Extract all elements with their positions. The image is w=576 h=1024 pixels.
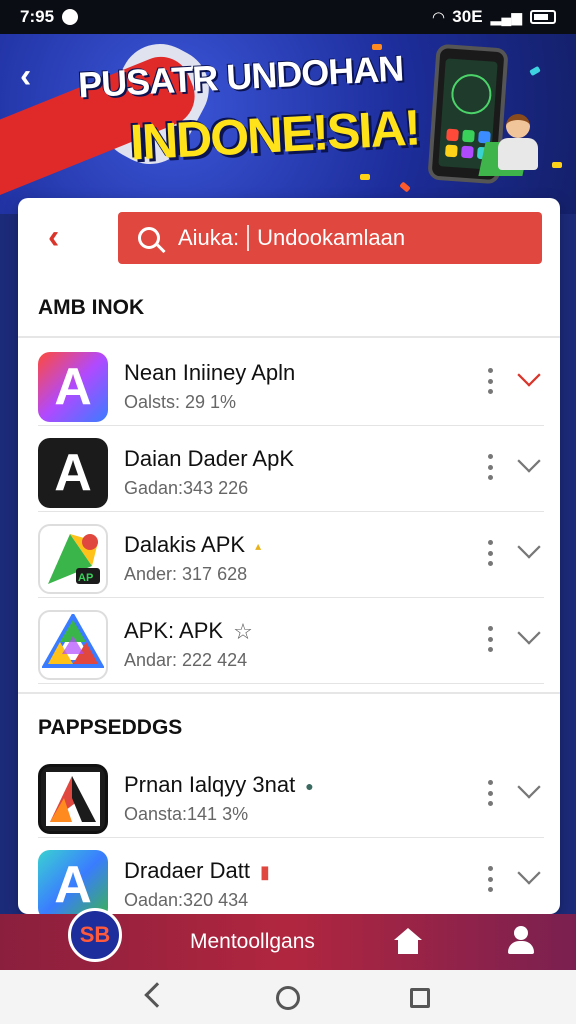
app-list-card: ‹ Aiuka: Undookamlaan AMB INOK A Nean In…	[18, 198, 560, 914]
more-options-icon[interactable]	[486, 540, 494, 566]
app-meta: Oalsts: 29 1%	[124, 392, 237, 412]
notification-icon	[62, 9, 79, 25]
app-name: Prnan Ialqyy 3nat ●	[124, 772, 314, 798]
search-text-right: Undookamlaan	[257, 225, 406, 250]
badge-icon: ▮	[259, 861, 270, 882]
maps-apk-icon: AP	[48, 534, 100, 584]
more-options-icon[interactable]	[486, 780, 494, 806]
search-divider	[247, 225, 250, 251]
app-meta: Oansta:141 3%	[124, 804, 249, 824]
app-icon	[38, 764, 108, 834]
profile-icon[interactable]	[506, 926, 536, 956]
more-options-icon[interactable]	[486, 866, 494, 892]
app-name-text: Dalakis APK	[124, 532, 246, 557]
system-nav-bar	[0, 970, 576, 1024]
app-icon: A	[38, 352, 108, 422]
bottom-app-bar: SB Mentoollgans	[0, 908, 576, 970]
status-left: 7:95	[20, 7, 79, 27]
search-icon	[138, 227, 160, 249]
confetti	[360, 174, 370, 180]
app-row[interactable]: Prnan Ialqyy 3nat ● Oansta:141 3%	[38, 752, 544, 838]
app-row[interactable]: AP Dalakis APK ▴ Ander: 317 628	[38, 512, 544, 598]
banner-title: PUSATR UNDOHAN	[77, 47, 405, 106]
app-name-text: Prnan Ialqyy 3nat	[124, 772, 296, 797]
app-row[interactable]: A Nean Iniiney Apln Oalsts: 29 1%	[38, 340, 544, 426]
chevron-left-icon: ‹	[20, 57, 32, 95]
chevron-down-icon[interactable]	[517, 535, 541, 559]
confetti	[529, 65, 541, 77]
app-icon: A	[38, 438, 108, 508]
app-row[interactable]: A Dradaer Datt ▮ Oadan:320 434	[38, 838, 544, 914]
radar-icon	[450, 72, 493, 116]
app-name-text: APK: APK	[124, 618, 224, 643]
nav-recents-icon[interactable]	[410, 988, 430, 1008]
app-icon: AP	[38, 524, 108, 594]
status-time: 7:95	[20, 7, 55, 26]
chevron-down-icon[interactable]	[517, 861, 541, 885]
chevron-left-icon: ‹	[48, 218, 60, 256]
app-name: APK: APK ☆	[124, 618, 253, 645]
star-icon[interactable]: ☆	[233, 619, 253, 645]
app-icon	[38, 610, 108, 680]
section-title: PAPPSEDDGS	[38, 716, 183, 739]
more-options-icon[interactable]	[486, 368, 494, 394]
card-back-button[interactable]: ‹	[48, 220, 78, 254]
header-banner: ‹ PUSATR UNDOHAN INDONE!SIA!	[0, 34, 576, 214]
badge-icon: ●	[305, 778, 314, 795]
battery-icon	[530, 10, 556, 24]
more-options-icon[interactable]	[486, 454, 494, 480]
ade-apk-icon	[46, 772, 100, 826]
app-icon: A	[38, 850, 108, 914]
more-options-icon[interactable]	[486, 626, 494, 652]
app-meta: Andar: 222 424	[124, 650, 248, 670]
search-text-left: Aiuka:	[178, 225, 240, 250]
divider	[18, 692, 560, 694]
nav-home-icon[interactable]	[276, 986, 300, 1010]
signal-icon: ▂▄▆	[490, 8, 522, 25]
bottom-bar-label[interactable]: Mentoollgans	[190, 930, 315, 954]
app-row[interactable]: A Daian Dader ApK Gadan:343 226	[38, 426, 544, 512]
svg-text:AP: AP	[78, 572, 93, 584]
drive-apk-icon	[42, 614, 104, 668]
avatar[interactable]: SB	[68, 908, 122, 962]
app-meta: Ander: 317 628	[124, 564, 248, 584]
section-title: AMB INOK	[38, 296, 145, 319]
status-right: ◠ 30E ▂▄▆	[433, 7, 556, 27]
home-icon[interactable]	[394, 928, 422, 954]
app-name: Nean Iniiney Apln	[124, 360, 296, 385]
app-name: Dradaer Datt ▮	[124, 858, 270, 884]
app-name-text: Dradaer Datt	[124, 858, 250, 883]
badge-icon: ▴	[255, 539, 262, 554]
network-label: 30E	[452, 7, 483, 26]
nav-back-icon[interactable]	[144, 982, 170, 1008]
person-illustration	[494, 114, 544, 174]
chevron-down-icon[interactable]	[517, 621, 541, 645]
back-button[interactable]: ‹	[20, 56, 50, 96]
chevron-down-icon[interactable]	[517, 775, 541, 799]
divider	[18, 336, 560, 338]
search-bar[interactable]: Aiuka: Undookamlaan	[118, 212, 542, 264]
app-name: Daian Dader ApK	[124, 446, 294, 471]
chevron-down-icon[interactable]	[517, 449, 541, 473]
app-row[interactable]: APK: APK ☆ Andar: 222 424	[38, 598, 544, 684]
wifi-icon: ◠	[432, 9, 445, 26]
confetti	[552, 162, 562, 168]
chevron-down-icon[interactable]	[517, 363, 541, 387]
app-meta: Oadan:320 434	[124, 890, 249, 910]
status-bar: 7:95 ◠ 30E ▂▄▆	[0, 0, 576, 34]
app-meta: Gadan:343 226	[124, 478, 249, 498]
app-name: Dalakis APK ▴	[124, 532, 261, 558]
confetti	[399, 181, 411, 193]
